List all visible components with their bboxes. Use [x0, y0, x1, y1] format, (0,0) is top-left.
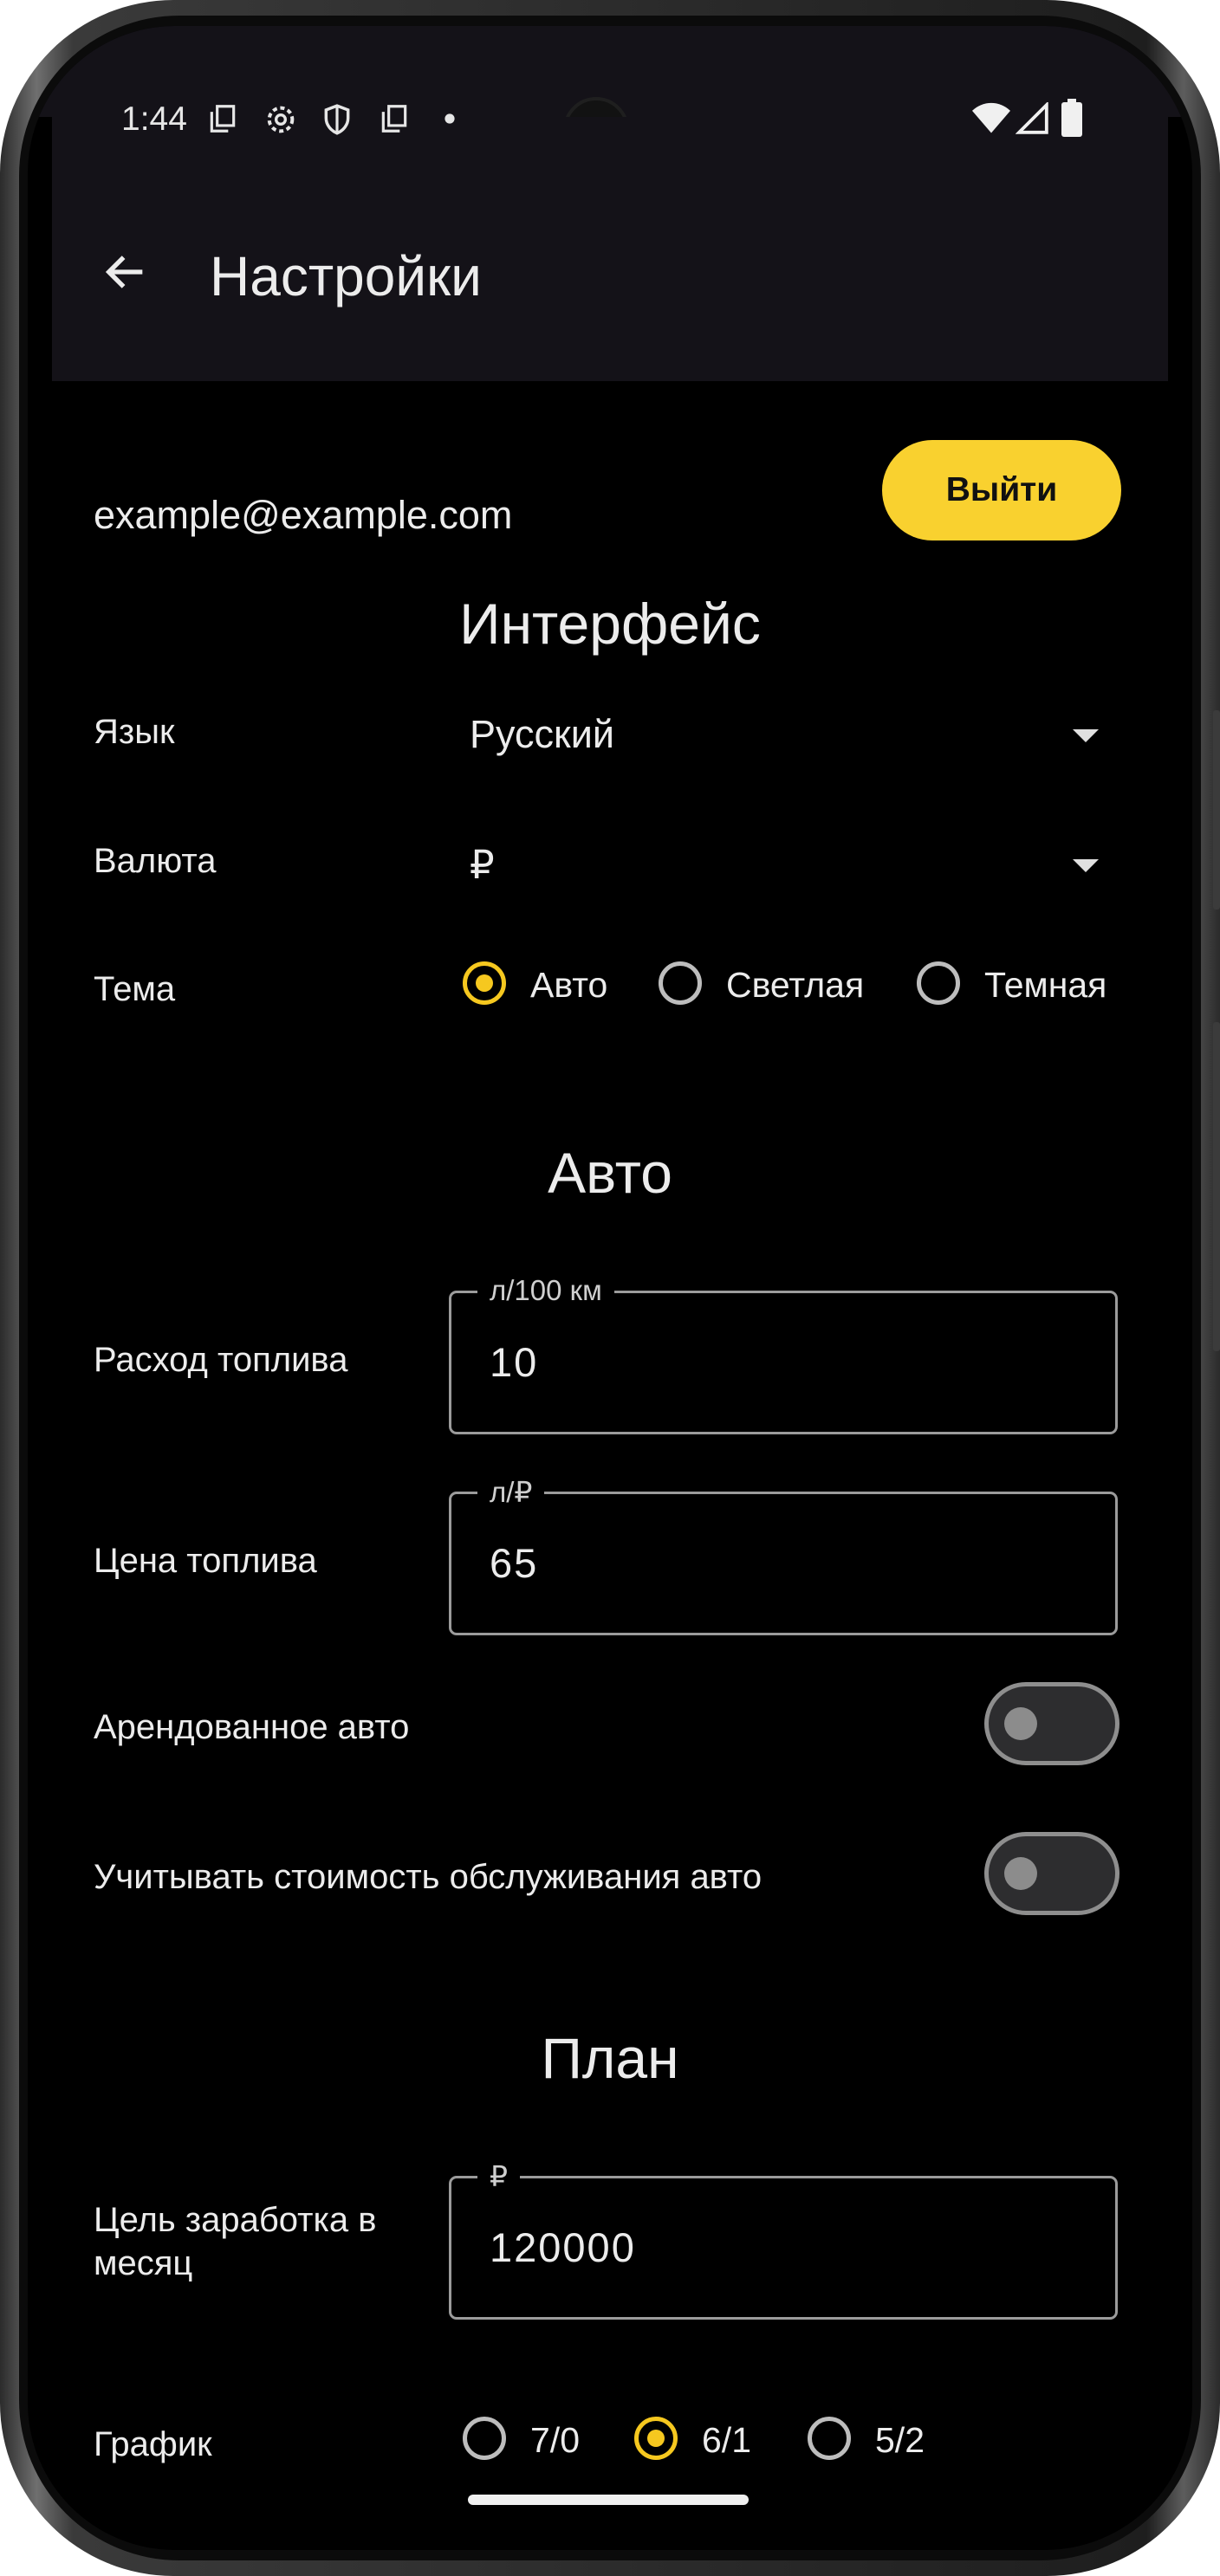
section-heading-auto: Авто: [548, 1141, 672, 1205]
fuel-consumption-value: 10: [490, 1339, 539, 1385]
fuel-price-label: Цена топлива: [94, 1542, 317, 1580]
battery-icon: [1061, 99, 1082, 137]
schedule-option-7-0[interactable]: 7/0: [463, 2417, 610, 2472]
maintenance-toggle[interactable]: [984, 1832, 1119, 1915]
screen: 1:44 Настройки example@example.com Выйти…: [28, 26, 1192, 2550]
chevron-down-icon: [1073, 859, 1099, 872]
arrow-left-icon[interactable]: [101, 247, 151, 297]
wifi-icon: [972, 102, 1010, 133]
fuel-price-value: 65: [490, 1540, 539, 1586]
status-time: 1:44: [121, 100, 187, 138]
radio-unselected[interactable]: [917, 961, 960, 1005]
radio-label: Светлая: [726, 965, 865, 1005]
toggle-knob: [1004, 1857, 1037, 1890]
goal-value: 120000: [490, 2224, 636, 2270]
theme-option-auto[interactable]: Авто: [463, 961, 636, 1017]
goal-field[interactable]: ₽ 120000: [449, 2159, 1118, 2320]
radio-label: 6/1: [702, 2420, 751, 2460]
gear-icon: [267, 106, 295, 133]
language-value: Русский: [470, 712, 614, 756]
rented-car-toggle[interactable]: [984, 1682, 1119, 1765]
copy-icon: [381, 105, 407, 133]
currency-dropdown[interactable]: ₽: [470, 823, 1102, 909]
signal-icon: [1016, 102, 1048, 134]
copy-icon: [210, 105, 236, 133]
radio-selected[interactable]: [634, 2417, 678, 2460]
rented-car-label: Арендованное авто: [94, 1708, 410, 1746]
home-indicator[interactable]: [468, 2495, 749, 2505]
section-heading-plan: План: [541, 2026, 679, 2090]
page-title: Настройки: [210, 245, 482, 307]
radio-unselected[interactable]: [463, 2417, 506, 2460]
fuel-consumption-label: Расход топлива: [94, 1341, 348, 1379]
language-label: Язык: [94, 713, 175, 751]
radio-label: Авто: [530, 965, 608, 1005]
account-email: example@example.com: [94, 493, 513, 537]
toggle-knob: [1004, 1707, 1037, 1740]
radio-label: 7/0: [530, 2420, 580, 2460]
currency-value: ₽: [470, 843, 495, 887]
fuel-price-unit: л/₽: [477, 1475, 545, 1509]
logout-button[interactable]: Выйти: [882, 440, 1121, 540]
fuel-price-field[interactable]: л/₽ 65: [449, 1475, 1118, 1635]
maintenance-label: Учитывать стоимость обслуживания авто: [94, 1858, 762, 1896]
schedule-label: График: [94, 2425, 212, 2463]
language-dropdown[interactable]: Русский: [470, 693, 1102, 780]
currency-label: Валюта: [94, 842, 217, 880]
radio-selected[interactable]: [463, 961, 506, 1005]
radio-unselected[interactable]: [659, 961, 702, 1005]
section-heading-interface: Интерфейс: [459, 592, 761, 656]
shield-icon: [324, 104, 350, 135]
goal-label: Цель заработка в месяц: [94, 2201, 377, 2282]
fuel-consumption-unit: л/100 км: [477, 1274, 614, 1307]
radio-label: Темная: [984, 965, 1107, 1005]
volume-button: [1213, 1022, 1220, 1351]
dot-icon: [445, 113, 455, 124]
radio-label: 5/2: [875, 2420, 925, 2460]
theme-label: Тема: [94, 970, 176, 1008]
power-button: [1213, 710, 1220, 909]
chevron-down-icon: [1073, 729, 1099, 742]
theme-option-dark[interactable]: Темная: [917, 961, 1125, 1017]
radio-unselected[interactable]: [808, 2417, 851, 2460]
schedule-option-5-2[interactable]: 5/2: [808, 2417, 955, 2472]
fuel-consumption-field[interactable]: л/100 км 10: [449, 1274, 1118, 1434]
theme-option-light[interactable]: Светлая: [659, 961, 884, 1017]
schedule-option-6-1[interactable]: 6/1: [634, 2417, 782, 2472]
goal-unit: ₽: [477, 2159, 520, 2193]
